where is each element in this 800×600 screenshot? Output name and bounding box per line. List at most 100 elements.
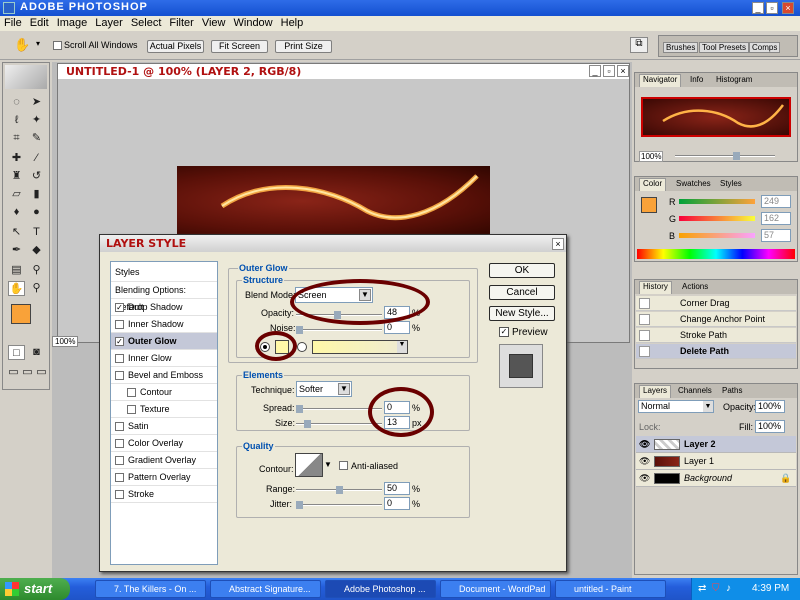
green-slider[interactable] [679, 216, 755, 221]
lasso-tool-icon[interactable]: ℓ [8, 113, 25, 128]
layer-row[interactable]: 👁 Background 🔒 [636, 470, 796, 487]
green-input[interactable]: 162 [761, 212, 791, 225]
style-item[interactable]: Inner Glow [111, 350, 217, 367]
history-item[interactable]: Delete Path [636, 344, 796, 359]
dialog-close-button[interactable]: × [552, 238, 564, 250]
doc-minimize-button[interactable]: _ [589, 65, 601, 77]
marquee-tool-icon[interactable]: ◌ [8, 95, 25, 110]
size-slider[interactable] [296, 420, 382, 428]
layer-opacity-input[interactable]: 100% [755, 400, 785, 413]
menu-layer[interactable]: Layer [91, 16, 127, 30]
style-item-checkbox[interactable] [115, 490, 124, 499]
history-snapshot-box[interactable] [639, 346, 650, 357]
menu-filter[interactable]: Filter [165, 16, 197, 30]
style-item-checkbox[interactable] [115, 473, 124, 482]
style-item[interactable]: Contour [111, 384, 217, 401]
well-tab-comps[interactable]: Comps [749, 42, 781, 53]
task-paint[interactable]: untitled - Paint [555, 580, 666, 598]
well-tab-brushes[interactable]: Brushes [663, 42, 699, 53]
dodge-tool-icon[interactable]: ● [28, 205, 45, 220]
style-item[interactable]: ✓ Drop Shadow [111, 299, 217, 316]
fit-screen-button[interactable]: Fit Screen [211, 40, 268, 53]
eye-icon[interactable]: 👁 [639, 453, 650, 470]
style-item-checkbox[interactable] [115, 354, 124, 363]
tab-swatches[interactable]: Swatches [673, 179, 714, 188]
tab-info[interactable]: Info [687, 75, 706, 84]
navigator-zoom-slider[interactable] [675, 152, 775, 160]
minimize-button[interactable]: _ [752, 2, 764, 14]
style-item[interactable]: Pattern Overlay [111, 469, 217, 486]
blur-tool-icon[interactable]: ♦ [8, 205, 25, 220]
tab-channels[interactable]: Channels [675, 386, 715, 395]
blue-input[interactable]: 57 [761, 229, 791, 242]
restore-button[interactable]: ▫ [766, 2, 778, 14]
task-winamp[interactable]: 7. The Killers - On ... [95, 580, 206, 598]
menu-window[interactable]: Window [230, 16, 277, 30]
navigator-thumbnail[interactable] [641, 97, 791, 137]
red-input[interactable]: 249 [761, 195, 791, 208]
menu-image[interactable]: Image [53, 16, 92, 30]
tab-styles[interactable]: Styles [717, 179, 745, 188]
style-item-checkbox[interactable] [115, 371, 124, 380]
feather-logo-icon[interactable] [5, 65, 47, 89]
style-item[interactable]: Gradient Overlay [111, 452, 217, 469]
quick-mask-mode-icon[interactable]: ◙ [28, 345, 45, 360]
color-ramp[interactable] [637, 249, 795, 259]
well-tab-tool-presets[interactable]: Tool Presets [699, 42, 750, 53]
move-tool-icon[interactable]: ➤ [28, 95, 45, 110]
menu-select[interactable]: Select [127, 16, 166, 30]
type-tool-icon[interactable]: T [28, 225, 45, 240]
start-button[interactable]: start [0, 578, 70, 600]
scroll-all-checkbox[interactable] [53, 41, 62, 50]
tab-history[interactable]: History [639, 281, 672, 294]
noise-slider-knob[interactable] [296, 326, 303, 334]
history-brush-tool-icon[interactable]: ↺ [28, 169, 45, 184]
menu-edit[interactable]: Edit [26, 16, 53, 30]
style-item[interactable]: Color Overlay [111, 435, 217, 452]
jitter-input[interactable]: 0 [384, 497, 410, 510]
magic-wand-tool-icon[interactable]: ✦ [28, 113, 45, 128]
style-item-checkbox[interactable] [127, 405, 136, 414]
range-input[interactable]: 50 [384, 482, 410, 495]
brush-tool-icon[interactable]: ⁄ [28, 151, 45, 166]
noise-slider[interactable] [296, 326, 382, 334]
crop-tool-icon[interactable]: ⌗ [8, 131, 25, 146]
navigator-zoom-knob[interactable] [733, 152, 740, 160]
layer-row[interactable]: 👁 Layer 2 [636, 436, 796, 453]
task-firefox[interactable]: Abstract Signature... [210, 580, 321, 598]
ok-button[interactable]: OK [489, 263, 555, 278]
healing-brush-tool-icon[interactable]: ✚ [8, 151, 25, 166]
notes-tool-icon[interactable]: ▤ [8, 263, 25, 278]
contour-picker[interactable] [295, 453, 323, 477]
style-item-checkbox[interactable] [115, 439, 124, 448]
style-item-checkbox[interactable]: ✓ [115, 337, 124, 346]
actual-pixels-button[interactable]: Actual Pixels [147, 40, 204, 53]
chevron-down-icon[interactable]: ▼ [324, 460, 332, 469]
styles-header[interactable]: Styles [111, 262, 217, 282]
tray-network-icon[interactable]: ⇄ [698, 583, 706, 594]
glow-gradient-picker[interactable]: ▼ [312, 340, 408, 354]
shape-tool-icon[interactable]: ◆ [28, 243, 45, 258]
hand-tool-icon[interactable]: ✋ [14, 37, 30, 53]
history-snapshot-box[interactable] [639, 314, 650, 325]
style-item-checkbox[interactable]: ✓ [115, 303, 124, 312]
style-item-checkbox[interactable] [127, 388, 136, 397]
gradient-tool-icon[interactable]: ▮ [28, 187, 45, 202]
eye-icon[interactable]: 👁 [639, 436, 650, 453]
style-item[interactable]: Inner Shadow [111, 316, 217, 333]
close-button[interactable]: × [782, 2, 794, 14]
tab-histogram[interactable]: Histogram [713, 75, 755, 84]
eye-icon[interactable]: 👁 [639, 470, 650, 487]
menu-help[interactable]: Help [277, 16, 308, 30]
history-snapshot-box[interactable] [639, 330, 650, 341]
layer-blend-select[interactable]: Normal ▼ [638, 400, 714, 413]
size-slider-knob[interactable] [304, 420, 311, 428]
gradient-radio[interactable] [297, 342, 307, 352]
hand-tool-button-icon[interactable]: ✋ [8, 281, 25, 296]
tab-paths[interactable]: Paths [719, 386, 745, 395]
anti-aliased-checkbox[interactable] [339, 461, 348, 470]
pen-tool-icon[interactable]: ✒ [8, 243, 25, 258]
style-item[interactable]: Texture [111, 401, 217, 418]
new-style-button[interactable]: New Style... [489, 306, 555, 321]
file-browser-icon[interactable]: ⧉ [630, 37, 648, 53]
